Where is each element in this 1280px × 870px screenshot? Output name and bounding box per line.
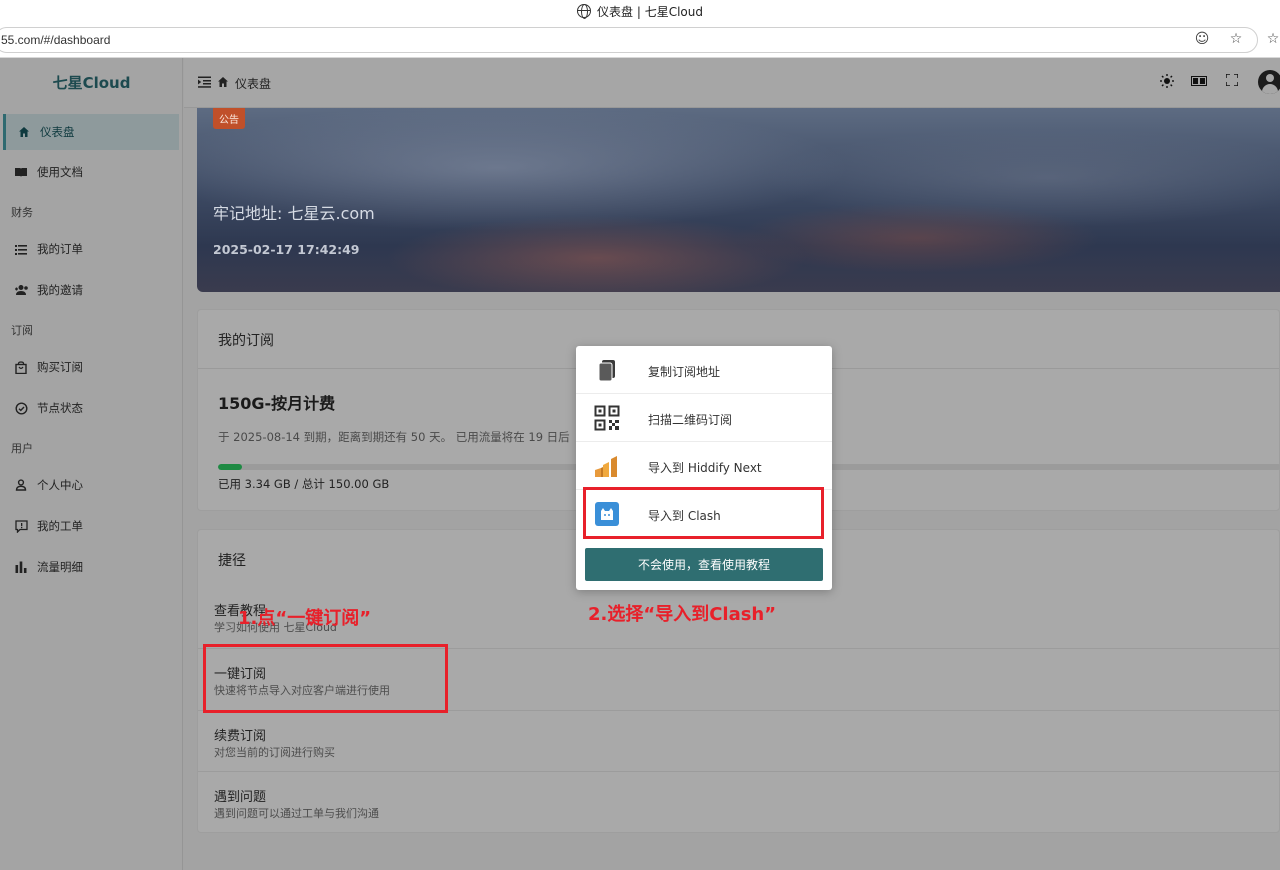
popup-item-copy-subscription[interactable]: 复制订阅地址 (576, 346, 832, 394)
popup-item-label: 扫描二维码订阅 (648, 413, 733, 427)
home-icon (16, 125, 32, 139)
browser-title-bar: 仪表盘 | 七星Cloud (0, 0, 1280, 22)
sidebar-item-node-status[interactable]: 节点状态 (0, 390, 183, 426)
globe-icon (577, 4, 592, 19)
shortcut-title: 遇到问题 (214, 790, 267, 805)
book-icon (13, 165, 29, 179)
popup-item-scan-qrcode[interactable]: 扫描二维码订阅 (576, 394, 832, 442)
sidebar-group-subscription: 订阅 (11, 324, 33, 337)
sidebar-group-user: 用户 (11, 442, 33, 455)
ticket-icon (13, 519, 29, 533)
highlight-box-one-click (203, 644, 448, 713)
traffic-usage-text: 已用 3.34 GB / 总计 150.00 GB (218, 477, 390, 491)
avatar-icon[interactable] (1258, 70, 1280, 94)
sidebar-item-label: 购买订阅 (37, 360, 83, 374)
sidebar-item-label: 节点状态 (37, 401, 83, 415)
window-title: 仪表盘 | 七星Cloud (597, 4, 703, 19)
people-icon (13, 283, 29, 297)
annotation-step-1: 1.点“一键订阅” (238, 608, 372, 629)
popup-item-import-hiddify[interactable]: 导入到 Hiddify Next (576, 442, 832, 490)
qrcode-icon (594, 405, 620, 431)
sidebar-item-docs[interactable]: 使用文档 (0, 154, 183, 190)
notice-date: 2025-02-17 17:42:49 (213, 242, 360, 257)
sidebar-item-profile[interactable]: 个人中心 (0, 467, 183, 503)
home-icon (217, 76, 229, 92)
subscribe-popup: 复制订阅地址 扫描二维码订阅 导入到 Hiddify Next 导入到 Clas… (576, 346, 832, 590)
sidebar-item-label: 使用文档 (37, 165, 83, 179)
language-icon[interactable] (1190, 74, 1208, 92)
fullscreen-icon[interactable] (1223, 73, 1241, 92)
sidebar-item-label: 我的邀请 (37, 283, 83, 297)
sidebar-item-label: 仪表盘 (40, 125, 75, 139)
menu-toggle-icon[interactable] (198, 76, 211, 92)
sidebar: 七星Cloud 仪表盘 使用文档 财务 我的订单 我的邀请 订阅 购买订阅 节点… (0, 58, 183, 870)
shortcuts-card-title: 捷径 (218, 553, 246, 569)
plan-expiry-text: 于 2025-08-14 到期，距离到期还有 50 天。 已用流量将在 19 日… (218, 430, 570, 444)
traffic-progress-fill (218, 464, 242, 470)
view-tutorial-button[interactable]: 不会使用，查看使用教程 (585, 548, 823, 581)
sidebar-item-tickets[interactable]: 我的工单 (0, 508, 183, 544)
check-circle-icon (13, 401, 29, 415)
sidebar-item-invites[interactable]: 我的邀请 (0, 272, 183, 308)
shortcut-get-help[interactable]: 遇到问题 遇到问题可以通过工单与我们沟通 (198, 771, 1279, 833)
person-icon (13, 478, 29, 492)
theme-sun-icon[interactable] (1158, 74, 1176, 92)
bag-icon (13, 360, 29, 374)
popup-item-label: 复制订阅地址 (648, 365, 721, 379)
breadcrumb-current: 仪表盘 (235, 77, 272, 91)
bar-chart-icon (13, 560, 29, 574)
breadcrumb: 仪表盘 (198, 75, 271, 92)
plan-name: 150G-按月计费 (218, 394, 336, 413)
top-bar: 仪表盘 (184, 58, 1280, 108)
browser-address-bar: 55.com/#/dashboard ☺ ☆ ☆ (0, 22, 1280, 58)
notice-title: 牢记地址: 七星云.com (213, 204, 375, 223)
sidebar-item-label: 我的订单 (37, 242, 83, 256)
reader-mode-icon[interactable]: ☺ (1194, 31, 1210, 47)
sidebar-item-label: 我的工单 (37, 519, 83, 533)
annotation-step-2: 2.选择“导入到Clash” (588, 604, 777, 625)
sidebar-item-buy-subscription[interactable]: 购买订阅 (0, 349, 183, 385)
brand-logo[interactable]: 七星Cloud (0, 72, 183, 93)
url-input[interactable]: 55.com/#/dashboard (0, 27, 1258, 53)
shortcut-renew-subscription[interactable]: 续费订阅 对您当前的订阅进行购买 (198, 710, 1279, 772)
sidebar-item-label: 流量明细 (37, 560, 83, 574)
sidebar-item-traffic[interactable]: 流量明细 (0, 549, 183, 585)
favorites-icon[interactable]: ☆ (1266, 31, 1280, 47)
highlight-box-clash (583, 487, 824, 539)
shortcut-desc: 遇到问题可以通过工单与我们沟通 (214, 807, 379, 820)
subscription-card-title: 我的订阅 (218, 333, 274, 349)
shortcut-desc: 对您当前的订阅进行购买 (214, 746, 335, 759)
list-icon (13, 242, 29, 256)
copy-icon (594, 357, 620, 383)
sidebar-group-finance: 财务 (11, 206, 33, 219)
notice-badge: 公告 (213, 108, 245, 129)
popup-item-label: 导入到 Hiddify Next (648, 461, 762, 475)
bookmark-star-icon[interactable]: ☆ (1228, 31, 1244, 47)
sidebar-item-orders[interactable]: 我的订单 (0, 231, 183, 267)
notice-banner[interactable]: 公告 牢记地址: 七星云.com 2025-02-17 17:42:49 (197, 108, 1280, 292)
sidebar-item-dashboard[interactable]: 仪表盘 (3, 114, 179, 150)
sidebar-item-label: 个人中心 (37, 478, 83, 492)
hiddify-icon (594, 453, 620, 479)
shortcut-title: 续费订阅 (214, 729, 267, 744)
